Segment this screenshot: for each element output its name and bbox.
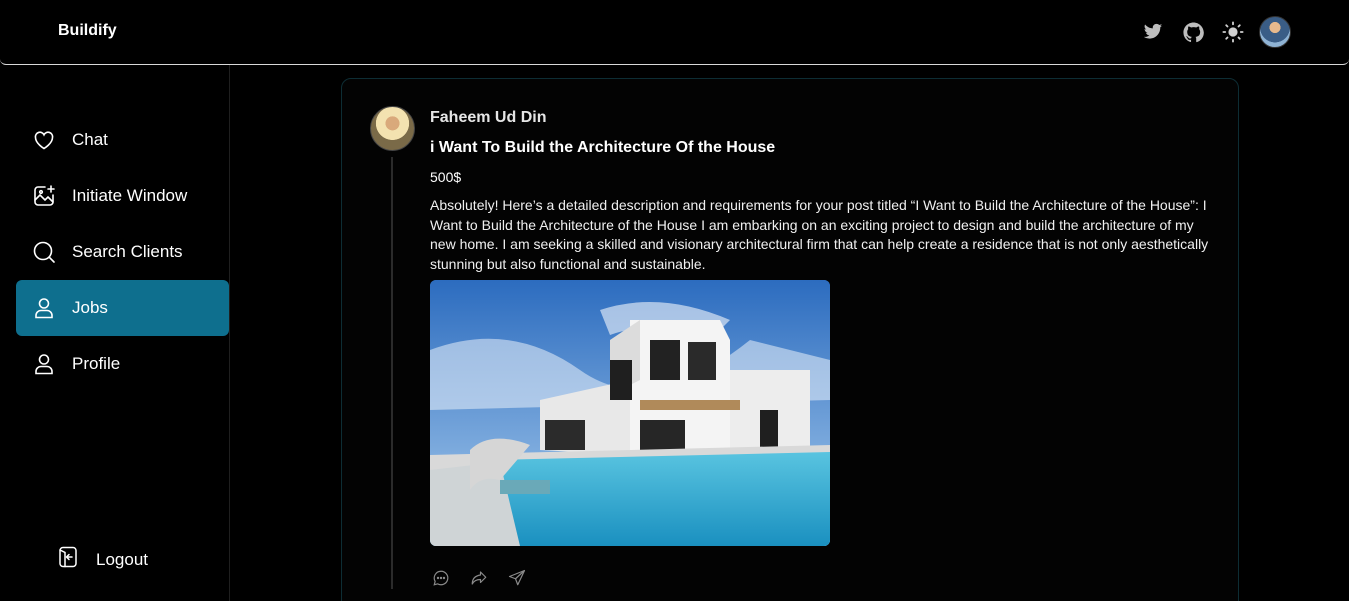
sidebar-item-profile[interactable]: Profile bbox=[16, 336, 229, 392]
post-actions bbox=[430, 567, 544, 589]
sidebar-item-label: Search Clients bbox=[72, 242, 183, 261]
github-icon[interactable] bbox=[1181, 20, 1205, 44]
top-header: Buildify bbox=[0, 0, 1349, 65]
sidebar-item-label: Profile bbox=[72, 354, 121, 373]
sidebar-item-label: Jobs bbox=[72, 298, 108, 317]
sidebar-item-chat[interactable]: Chat bbox=[16, 112, 229, 168]
user-icon bbox=[32, 352, 56, 376]
theme-toggle-icon[interactable] bbox=[1221, 20, 1245, 44]
logout-label: Logout bbox=[96, 549, 148, 569]
post-image bbox=[430, 280, 830, 546]
sidebar-item-jobs[interactable]: Jobs bbox=[16, 280, 229, 336]
twitter-icon[interactable] bbox=[1141, 20, 1165, 44]
search-icon bbox=[32, 240, 56, 264]
sidebar: Chat Initiate Window Search Clients Jobs… bbox=[0, 65, 230, 601]
brand-logo[interactable]: Buildify bbox=[58, 22, 117, 40]
sidebar-item-label: Chat bbox=[72, 130, 108, 149]
send-icon[interactable] bbox=[506, 567, 528, 589]
comment-icon[interactable] bbox=[430, 567, 452, 589]
image-plus-icon bbox=[32, 184, 56, 208]
author-avatar[interactable] bbox=[370, 106, 415, 151]
thread-line bbox=[391, 157, 393, 589]
sidebar-item-search-clients[interactable]: Search Clients bbox=[16, 224, 229, 280]
post-title: i Want To Build the Architecture Of the … bbox=[430, 139, 776, 156]
job-post-card: Faheem Ud Din i Want To Build the Archit… bbox=[341, 78, 1239, 601]
post-author[interactable]: Faheem Ud Din bbox=[430, 109, 546, 127]
logout-icon bbox=[56, 545, 80, 574]
sidebar-item-initiate-window[interactable]: Initiate Window bbox=[16, 168, 229, 224]
user-icon bbox=[32, 296, 56, 320]
heart-icon bbox=[32, 128, 56, 152]
share-icon[interactable] bbox=[468, 567, 490, 589]
post-description: Absolutely! Here’s a detailed descriptio… bbox=[430, 197, 1209, 272]
sidebar-item-label: Initiate Window bbox=[72, 186, 188, 205]
user-avatar[interactable] bbox=[1259, 16, 1291, 48]
post-price: 500$ bbox=[430, 169, 462, 185]
logout-button[interactable]: Logout bbox=[56, 545, 148, 574]
header-actions bbox=[1125, 16, 1291, 48]
